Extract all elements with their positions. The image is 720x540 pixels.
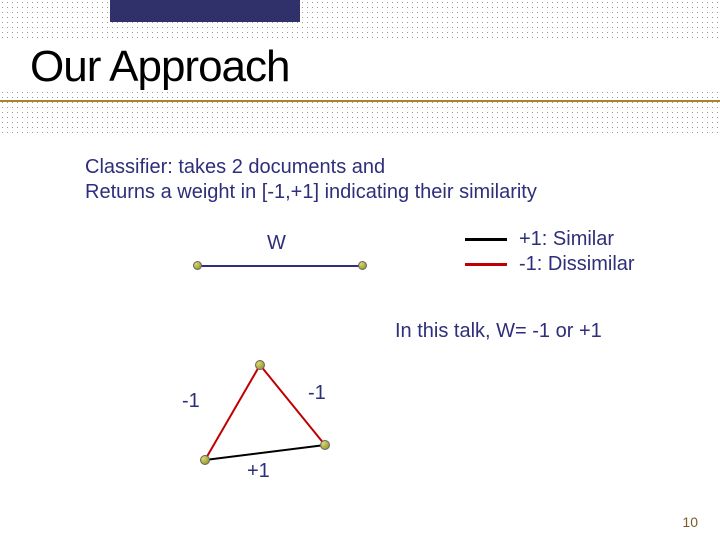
triangle-diagram: -1 -1 +1 [200,360,360,480]
dotted-band-under [0,90,720,135]
edge-top-left [205,365,260,460]
triangle-label-left: -1 [182,390,200,413]
edge-line [198,265,362,267]
node-right [358,261,367,270]
description-line-1: Classifier: takes 2 documents and [85,155,537,180]
legend-dissimilar: -1: Dissimilar [465,253,635,276]
triangle-label-bottom: +1 [247,460,270,483]
page-number: 10 [682,514,698,530]
edge-weight-label: W [267,232,286,255]
single-edge-diagram [193,260,367,272]
legend-line-red [465,263,507,266]
edge-top-right [260,365,325,445]
triangle-edges [200,360,360,480]
triangle-node-bottom-right [320,440,330,450]
triangle-node-bottom-left [200,455,210,465]
node-left [193,261,202,270]
note-text: In this talk, W= -1 or +1 [395,320,602,343]
dotted-band-top [0,0,720,40]
description-line-2: Returns a weight in [-1,+1] indicating t… [85,180,537,205]
triangle-node-top [255,360,265,370]
legend-similar-text: +1: Similar [519,228,614,251]
legend-dissimilar-text: -1: Dissimilar [519,253,635,276]
title-accent-bar [110,0,300,22]
description: Classifier: takes 2 documents and Return… [85,155,537,205]
legend-similar: +1: Similar [465,228,635,251]
slide-title: Our Approach [30,42,290,92]
legend-line-black [465,238,507,241]
legend: +1: Similar -1: Dissimilar [465,228,635,278]
triangle-label-right: -1 [308,382,326,405]
edge-bottom [205,445,325,460]
